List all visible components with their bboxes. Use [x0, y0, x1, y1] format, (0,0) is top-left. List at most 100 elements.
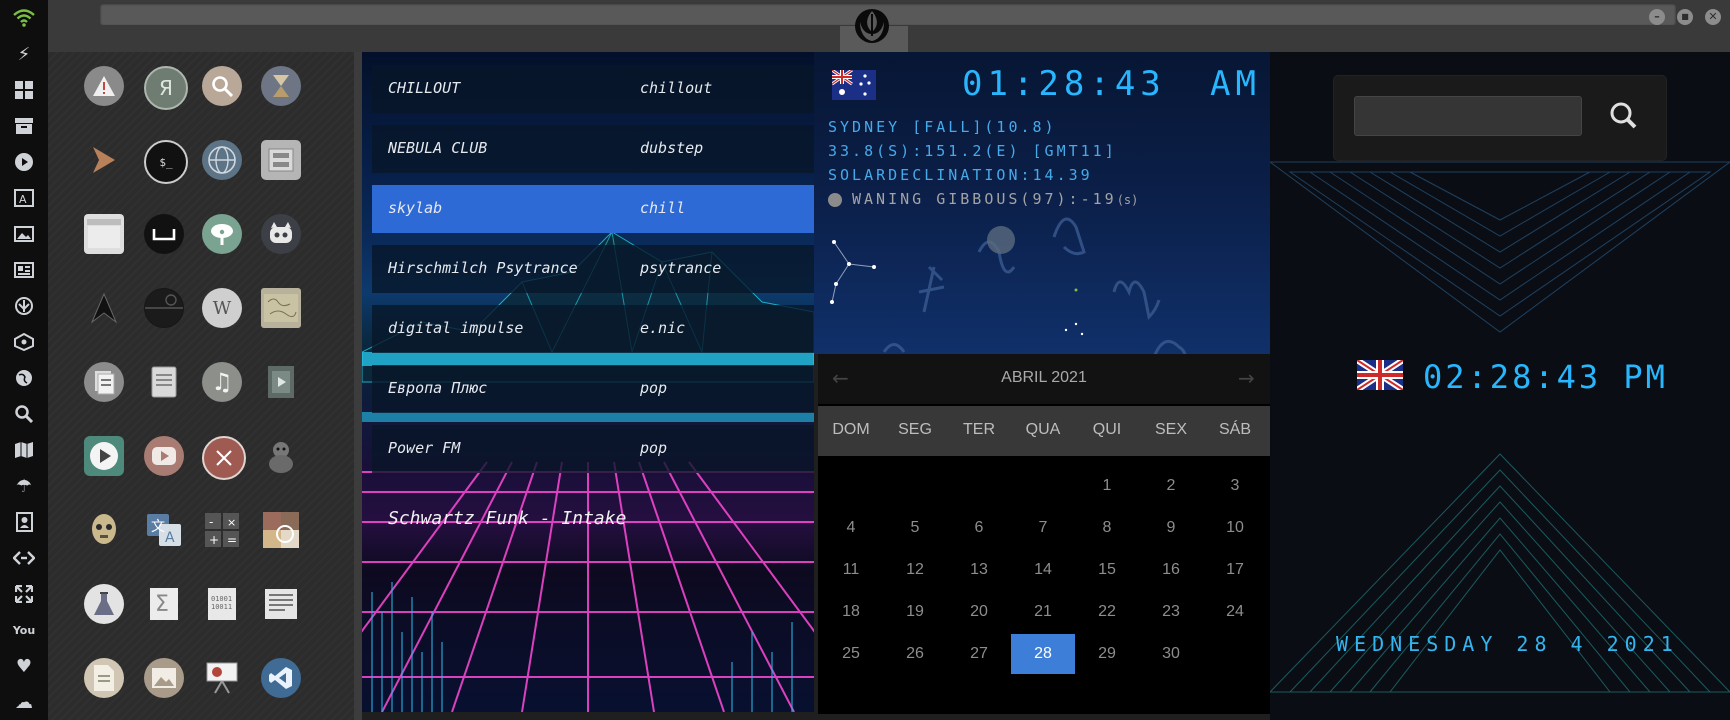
documents-icon[interactable] — [84, 362, 124, 402]
calendar-day[interactable]: 19 — [883, 592, 947, 632]
image-icon[interactable] — [144, 658, 184, 698]
umbrella-icon[interactable]: ☂ — [12, 474, 36, 498]
calendar-day[interactable]: 29 — [1075, 634, 1139, 674]
station-row[interactable]: NEBULA CLUB dubstep — [372, 125, 814, 173]
calendar-day[interactable]: 6 — [947, 508, 1011, 548]
rebel-alliance-icon[interactable] — [852, 6, 892, 46]
rebel-icon[interactable] — [12, 294, 36, 318]
search-input[interactable] — [1354, 96, 1582, 136]
yandex-icon[interactable]: Я — [144, 66, 188, 110]
news-icon[interactable] — [12, 258, 36, 282]
play-icon[interactable] — [12, 150, 36, 174]
calendar-day[interactable]: 17 — [1203, 550, 1267, 590]
calendar-day[interactable]: 20 — [947, 592, 1011, 632]
close-circle-icon[interactable] — [202, 436, 246, 480]
station-row-selected[interactable]: skylab chill — [372, 185, 814, 233]
search-icon[interactable] — [1604, 96, 1644, 136]
station-row[interactable]: digital impulse e.nic — [372, 305, 814, 353]
calendar-day[interactable]: 26 — [883, 634, 947, 674]
globe-icon[interactable] — [12, 366, 36, 390]
search-icon[interactable] — [12, 402, 36, 426]
search-icon[interactable] — [202, 66, 242, 106]
video-icon[interactable] — [261, 362, 301, 402]
close-button[interactable]: ✕ — [1705, 9, 1721, 25]
calendar-day[interactable]: 9 — [1139, 508, 1203, 548]
calendar-day[interactable]: 8 — [1075, 508, 1139, 548]
archive-icon[interactable] — [12, 114, 36, 138]
map-icon[interactable] — [12, 438, 36, 462]
file-icon[interactable] — [84, 658, 124, 698]
calendar-day[interactable]: 2 — [1139, 466, 1203, 506]
c3po-icon[interactable] — [84, 510, 124, 550]
calendar-day[interactable]: 22 — [1075, 592, 1139, 632]
maximize-button[interactable]: ■ — [1677, 9, 1693, 25]
calendar-day[interactable]: 21 — [1011, 592, 1075, 632]
expand-icon[interactable] — [12, 582, 36, 606]
station-row[interactable]: Европа Плюс pop — [372, 365, 814, 413]
sigma-icon[interactable]: Σ — [144, 584, 184, 624]
calendar-day[interactable]: 12 — [883, 550, 947, 590]
translate-icon[interactable]: A — [12, 186, 36, 210]
station-row[interactable]: CHILLOUT chillout — [372, 65, 814, 113]
calendar-day[interactable]: 23 — [1139, 592, 1203, 632]
robot-icon[interactable] — [261, 214, 301, 254]
windows-icon[interactable] — [12, 78, 36, 102]
youtube-icon[interactable] — [144, 436, 184, 476]
network-icon[interactable] — [12, 330, 36, 354]
calendar-day[interactable]: 11 — [819, 550, 883, 590]
notes-icon[interactable] — [144, 362, 184, 402]
code-icon[interactable] — [12, 546, 36, 570]
calendar-day[interactable]: 15 — [1075, 550, 1139, 590]
music-icon[interactable]: ♫ — [202, 362, 242, 402]
vscode-icon[interactable] — [261, 658, 301, 698]
disk-icon[interactable] — [261, 140, 301, 180]
calendar-day[interactable]: 14 — [1011, 550, 1075, 590]
hourglass-icon[interactable] — [261, 66, 301, 106]
flask-icon[interactable] — [84, 584, 124, 624]
death-star-icon[interactable] — [144, 288, 184, 328]
calendar-day[interactable]: 24 — [1203, 592, 1267, 632]
station-row[interactable]: Hirschmilch Psytrance psytrance — [372, 245, 814, 293]
station-row[interactable]: Power FM pop — [372, 425, 814, 473]
shell-icon[interactable]: $_ — [144, 140, 188, 184]
minimize-button[interactable]: – — [1649, 9, 1665, 25]
calendar-day[interactable]: 5 — [883, 508, 947, 548]
cloud-key-icon[interactable] — [202, 214, 242, 254]
cloud-icon[interactable]: ☁ — [12, 690, 36, 714]
window-icon[interactable] — [84, 214, 124, 254]
starfleet-icon[interactable] — [84, 288, 124, 328]
calendar-day[interactable]: 13 — [947, 550, 1011, 590]
calendar-day[interactable]: 1 — [1075, 466, 1139, 506]
map-icon[interactable] — [261, 288, 301, 328]
calendar-day[interactable]: 16 — [1139, 550, 1203, 590]
presentation-icon[interactable] — [202, 658, 242, 698]
heart-icon[interactable]: ♥ — [12, 654, 36, 678]
wikipedia-icon[interactable]: W — [202, 288, 242, 328]
calendar-day[interactable]: 3 — [1203, 466, 1267, 506]
calendar-day[interactable]: 30 — [1139, 634, 1203, 674]
player-icon[interactable] — [84, 436, 124, 476]
contacts-icon[interactable] — [12, 510, 36, 534]
sleep-icon[interactable] — [144, 214, 184, 254]
warning-icon[interactable] — [84, 66, 124, 106]
next-month-button[interactable]: → — [1238, 366, 1255, 390]
calendar-day[interactable]: 25 — [819, 634, 883, 674]
calendar-day[interactable]: 10 — [1203, 508, 1267, 548]
youtube-icon[interactable]: You — [12, 618, 36, 642]
globe-icon[interactable] — [202, 140, 242, 180]
image-icon[interactable] — [12, 222, 36, 246]
photo-icon[interactable] — [261, 510, 301, 550]
text-icon[interactable] — [261, 584, 301, 624]
monkey-icon[interactable] — [261, 436, 301, 476]
binary-icon[interactable]: 01001 10011 — [202, 584, 242, 624]
calendar-day[interactable]: 7 — [1011, 508, 1075, 548]
calendar-day[interactable]: 18 — [819, 592, 883, 632]
calendar-day-today[interactable]: 28 — [1011, 634, 1075, 674]
calendar-day[interactable]: 27 — [947, 634, 1011, 674]
translate-icon[interactable]: 文A — [144, 510, 184, 550]
wifi-icon[interactable] — [12, 6, 36, 30]
calendar-day[interactable]: 4 — [819, 508, 883, 548]
lightning-icon[interactable]: ⚡ — [12, 42, 36, 66]
terminal-arrow-icon[interactable] — [84, 140, 124, 180]
calculator-icon[interactable]: - × + = — [202, 510, 242, 550]
